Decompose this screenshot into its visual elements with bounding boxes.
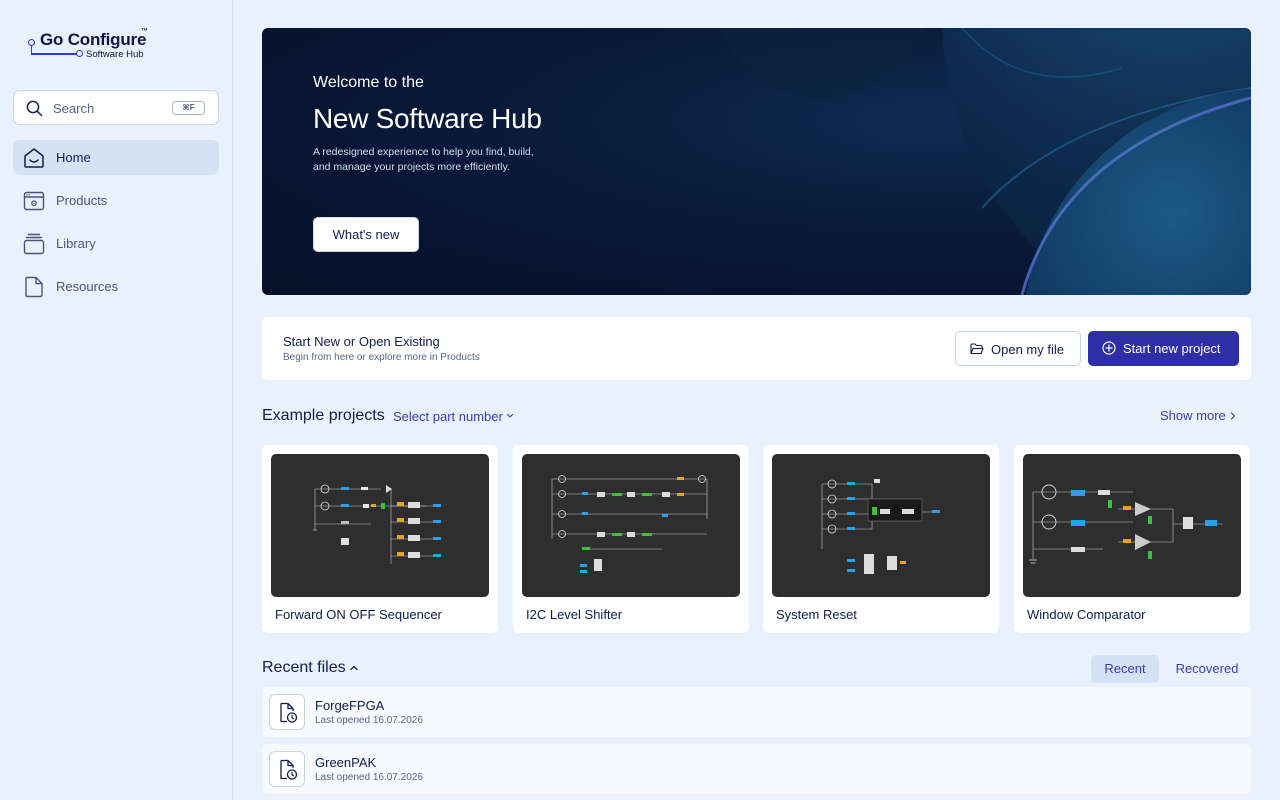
start-title: Start New or Open Existing [283,334,440,349]
search-placeholder: Search [53,101,95,116]
home-icon [24,148,44,168]
sidebar-item-resources[interactable]: Resources [13,269,219,304]
sidebar-item-label: Resources [56,279,119,294]
start-subtitle: Begin from here or explore more in Produ… [283,352,480,363]
schematic-thumbnail [522,454,740,597]
tab-recent[interactable]: Recent [1091,655,1159,683]
sidebar-item-library[interactable]: Library [13,226,219,261]
sidebar-item-label: Home [56,150,91,165]
search-input[interactable]: Search ⌘F [13,90,219,125]
folder-open-icon [970,343,984,355]
example-card-system-reset[interactable]: System Reset [763,445,999,633]
show-more-link[interactable]: Show more [1160,408,1226,423]
file-last-opened: Last opened 16.07.2026 [315,772,423,783]
sidebar-item-label: Library [56,236,96,251]
whats-new-button[interactable]: What's new [313,217,419,252]
start-new-project-label: Start new project [1123,341,1221,356]
example-card-window-comparator[interactable]: Window Comparator [1014,445,1250,633]
file-last-opened: Last opened 16.07.2026 [315,715,423,726]
recent-file-row[interactable]: GreenPAK Last opened 16.07.2026 [262,744,1251,794]
schematic-thumbnail [271,454,489,597]
schematic-preview-image [313,484,441,564]
recent-file-row[interactable]: ForgeFPGA Last opened 16.07.2026 [262,687,1251,737]
open-file-button[interactable]: Open my file [955,331,1081,366]
card-title: Forward ON OFF Sequencer [275,607,442,622]
schematic-preview-image [821,479,940,574]
logo-trademark: ™ [141,28,148,35]
file-name: ForgeFPGA [315,698,385,713]
hero-banner: Welcome to the New Software Hub A redesi… [262,28,1251,295]
chevron-right-icon[interactable] [1228,410,1238,422]
file-history-icon [269,751,305,787]
open-file-label: Open my file [991,342,1064,357]
plus-circle-icon [1102,341,1116,355]
card-title: Window Comparator [1027,607,1146,622]
start-panel: Start New or Open Existing Begin from he… [262,317,1251,380]
card-title: I2C Level Shifter [526,607,623,622]
file-icon [25,276,43,298]
sidebar-item-home[interactable]: Home [13,140,219,175]
sidebar: Go Configure ™ Software Hub Search ⌘F Ho… [0,0,233,800]
recent-files-title: Recent files [262,659,346,676]
logo-circuit-node [76,50,83,57]
logo-subtitle: Software Hub [86,49,144,60]
example-projects-title: Example projects [262,407,385,424]
search-shortcut-badge: ⌘F [172,101,205,115]
sidebar-item-label: Products [56,193,108,208]
sidebar-item-products[interactable]: Products [13,183,219,218]
schematic-preview-image [1029,484,1223,564]
schematic-preview-image [551,475,708,573]
example-card-i2c-level-shifter[interactable]: I2C Level Shifter [513,445,749,633]
file-name: GreenPAK [315,755,377,770]
schematic-thumbnail [772,454,990,597]
card-title: System Reset [776,607,857,622]
schematic-thumbnail [1023,454,1241,597]
chevron-up-icon[interactable] [348,663,360,673]
hero-pretitle: Welcome to the [313,74,424,91]
search-icon [26,100,43,117]
start-new-project-button[interactable]: Start new project [1088,331,1239,366]
library-icon [23,233,45,255]
example-card-forward-on-off-sequencer[interactable]: Forward ON OFF Sequencer [262,445,498,633]
tab-recovered[interactable]: Recovered [1166,655,1248,683]
logo-title: Go Configure [40,30,147,49]
part-number-select[interactable]: Select part number [393,409,503,424]
file-history-icon [269,694,305,730]
hero-description: A redesigned experience to help you find… [313,146,534,173]
brand-logo[interactable]: Go Configure ™ Software Hub [26,28,156,62]
logo-circuit-trace [30,53,77,55]
hero-title: New Software Hub [313,103,542,134]
chevron-down-icon[interactable] [505,411,515,421]
products-icon [23,191,45,211]
